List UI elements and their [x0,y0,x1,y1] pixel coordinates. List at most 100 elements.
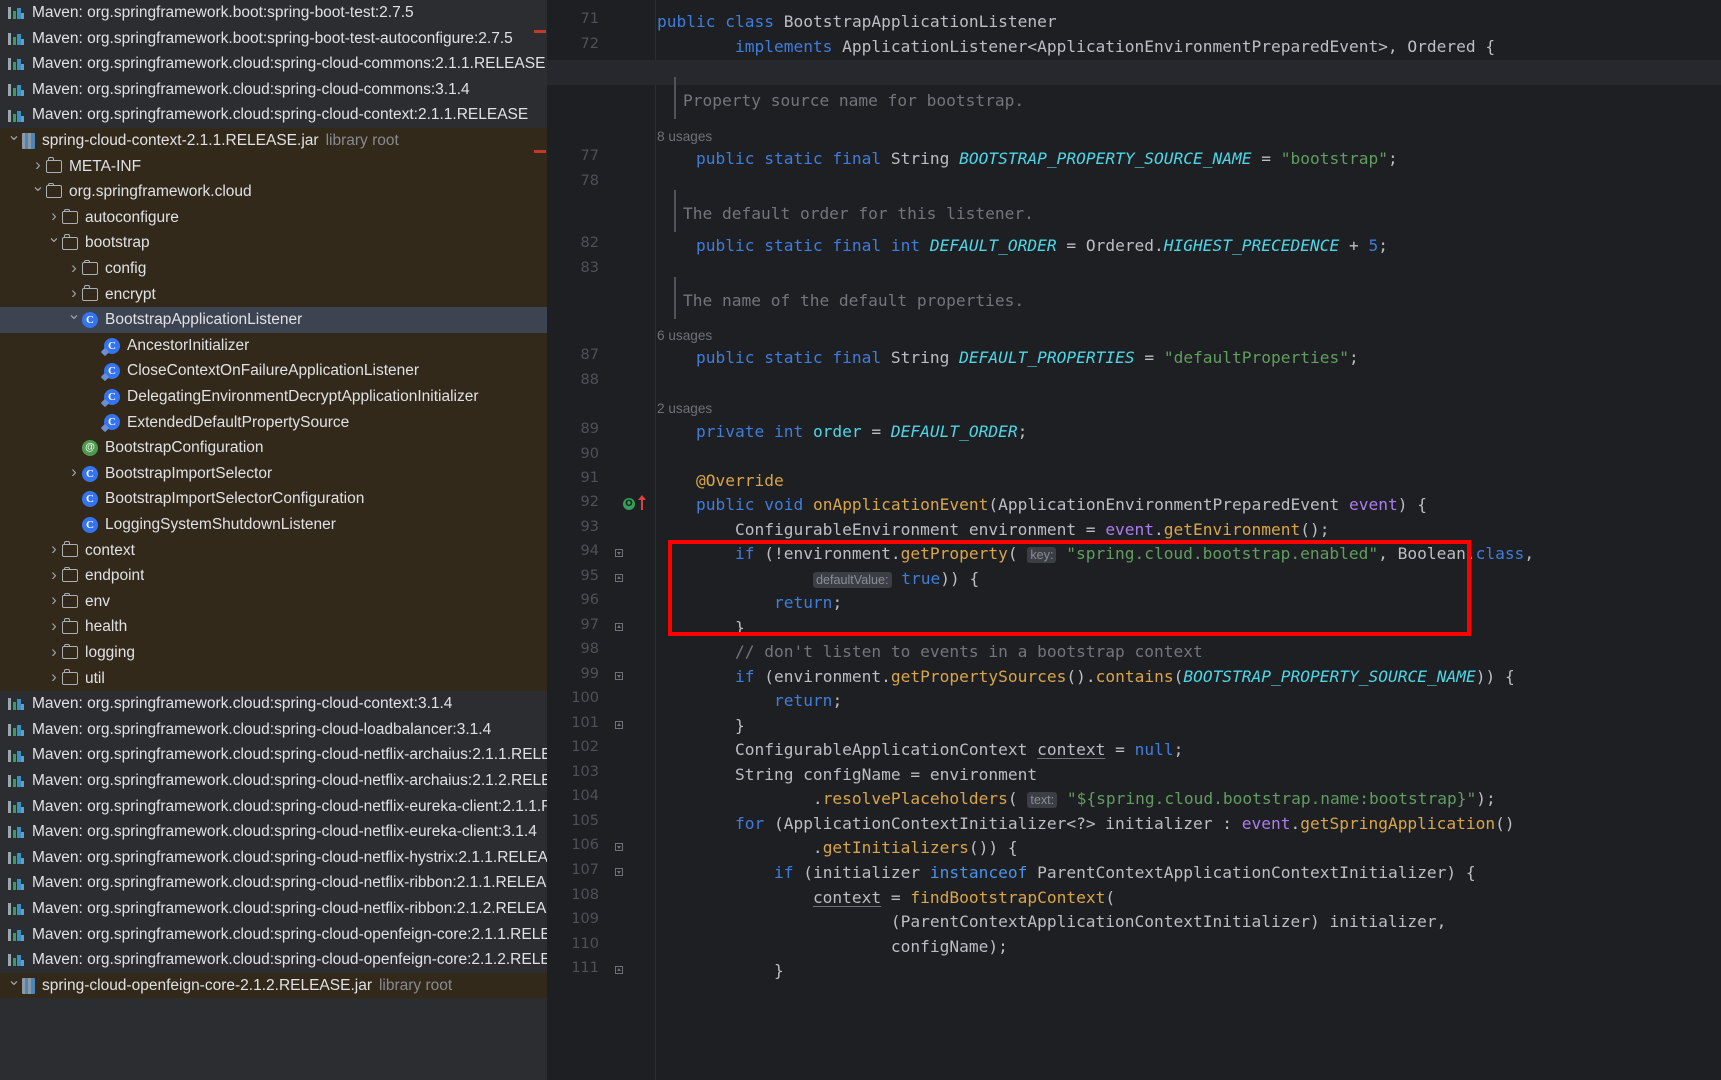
chevron-down-icon[interactable] [46,229,62,257]
code-line[interactable]: return; [657,689,842,714]
tree-item-inner-class[interactable]: C ExtendedDefaultPropertySource [0,409,547,436]
tree-item-maven-library[interactable]: Maven: org.springframework.cloud:spring-… [0,768,547,794]
gutter-line-number[interactable]: 101 [571,715,599,731]
code-line[interactable]: } [657,714,745,739]
tree-item-maven-library[interactable]: Maven: org.springframework.cloud:spring-… [0,922,547,948]
tree-error-stripe[interactable] [533,0,547,1080]
tree-item-maven-library[interactable]: Maven: org.springframework.cloud:spring-… [0,77,547,103]
chevron-right-icon[interactable] [66,459,82,488]
gutter-line-number[interactable]: 92 [581,494,599,510]
code-line[interactable]: private int order = DEFAULT_ORDER; [657,420,1027,445]
code-line[interactable]: 2 usages [657,396,712,421]
javadoc-folded-line[interactable]: Property source name for bootstrap. [683,89,1024,114]
tree-item-class[interactable]: C LoggingSystemShutdownListener [0,512,547,538]
code-line[interactable]: defaultValue: true)) { [657,567,979,592]
tree-item-maven-library[interactable]: Maven: org.springframework.cloud:spring-… [0,947,547,973]
tree-item-class[interactable]: C BootstrapImportSelector [0,459,547,488]
implementing-method-arrow-icon[interactable] [637,495,646,510]
gutter-line-number[interactable]: 90 [581,446,599,462]
code-fold-marker[interactable] [614,548,625,559]
code-line[interactable]: .resolvePlaceholders( text: "${spring.cl… [657,787,1496,812]
tree-item-folder[interactable]: logging [0,640,547,666]
tree-item-inner-class[interactable]: C AncestorInitializer [0,332,547,359]
tree-item-maven-library[interactable]: Maven: org.springframework.cloud:spring-… [0,102,547,128]
tree-item-folder[interactable]: env [0,587,547,616]
tree-item-maven-library[interactable]: Maven: org.springframework.boot:spring-b… [0,26,547,52]
gutter-line-number[interactable]: 77 [581,148,599,164]
tree-item-folder[interactable]: health [0,614,547,640]
chevron-right-icon[interactable] [46,613,62,642]
gutter-line-number[interactable]: 96 [581,592,599,608]
code-line[interactable]: } [657,616,745,641]
tree-item-maven-library[interactable]: Maven: org.springframework.cloud:spring-… [0,794,547,820]
tree-item-folder[interactable]: endpoint [0,563,547,589]
tree-item-folder[interactable]: util [0,664,547,693]
gutter-line-number[interactable]: 72 [581,36,599,52]
tree-item-folder[interactable]: autoconfigure [0,204,547,231]
gutter-line-number[interactable]: 108 [571,887,599,903]
code-line[interactable]: public void onApplicationEvent(Applicati… [657,493,1427,518]
tree-item-folder[interactable]: encrypt [0,280,547,309]
code-fold-marker[interactable] [614,965,625,976]
tree-item-maven-library[interactable]: Maven: org.springframework.cloud:spring-… [0,51,547,77]
code-line[interactable]: (ParentContextApplicationContextInitiali… [657,910,1447,935]
gutter-line-number[interactable]: 95 [581,568,599,584]
gutter-line-number[interactable]: 103 [571,764,599,780]
tree-item-class[interactable]: C BootstrapApplicationListener [0,307,547,333]
tree-item-inner-class[interactable]: C CloseContextOnFailureApplicationListene… [0,358,547,384]
code-fold-marker[interactable] [614,867,625,878]
code-text-area[interactable]: public class BootstrapApplicationListene… [657,0,1721,1080]
code-fold-marker[interactable] [614,573,625,584]
gutter-line-number[interactable]: 106 [571,837,599,853]
tree-item-maven-library[interactable]: Maven: org.springframework.cloud:spring-… [0,845,547,871]
code-line[interactable]: if (initializer instanceof ParentContext… [657,861,1476,886]
tree-item-folder[interactable]: org.springframework.cloud [0,179,547,205]
chevron-right-icon[interactable] [30,152,46,181]
gutter-line-number[interactable]: 107 [571,862,599,878]
code-line[interactable]: public static final int DEFAULT_ORDER = … [657,234,1388,259]
code-line[interactable]: String configName = environment [657,763,1037,788]
code-fold-marker[interactable] [614,720,625,731]
tree-item-annotation[interactable]: @ BootstrapConfiguration [0,435,547,461]
tree-item-maven-library[interactable]: Maven: org.springframework.cloud:spring-… [0,742,547,768]
code-line[interactable]: return; [657,591,842,616]
code-line[interactable]: configName); [657,935,1008,960]
chevron-down-icon[interactable] [6,972,22,1000]
code-line[interactable]: if (environment.getPropertySources().con… [657,665,1515,690]
gutter-line-number[interactable]: 88 [581,372,599,388]
code-line[interactable]: 6 usages [657,323,712,348]
code-fold-marker[interactable] [614,842,625,853]
tree-item-maven-library[interactable]: Maven: org.springframework.cloud:spring-… [0,896,547,922]
gutter-line-number[interactable]: 99 [581,666,599,682]
tree-item-maven-library[interactable]: Maven: org.springframework.boot:spring-b… [0,0,547,26]
gutter-line-number[interactable]: 98 [581,641,599,657]
gutter-line-number[interactable]: 105 [571,813,599,829]
tree-item-folder[interactable]: META-INF [0,152,547,181]
gutter-line-number[interactable]: 71 [581,11,599,27]
gutter-line-number[interactable]: 110 [571,936,599,952]
gutter-line-number[interactable]: 102 [571,739,599,755]
tree-item-maven-library[interactable]: Maven: org.springframework.cloud:spring-… [0,819,547,845]
chevron-right-icon[interactable] [46,536,62,565]
project-tool-window[interactable]: Maven: org.springframework.boot:spring-b… [0,0,547,1080]
chevron-right-icon[interactable] [66,280,82,309]
error-stripe-mark[interactable] [534,150,546,153]
tree-item-maven-library[interactable]: Maven: org.springframework.cloud:spring-… [0,691,547,717]
gutter-line-number[interactable]: 83 [581,260,599,276]
chevron-right-icon[interactable] [46,664,62,693]
code-fold-marker[interactable] [614,671,625,682]
chevron-right-icon[interactable] [46,587,62,616]
override-method-icon[interactable]: O [623,498,635,510]
javadoc-folded-line[interactable]: The name of the default properties. [683,289,1024,314]
code-line[interactable]: public static final String BOOTSTRAP_PRO… [657,147,1398,172]
gutter-line-number[interactable]: 100 [571,690,599,706]
code-line[interactable]: ConfigurableEnvironment environment = ev… [657,518,1330,543]
gutter-line-number[interactable]: 97 [581,617,599,633]
tree-item-folder[interactable]: bootstrap [0,230,547,256]
code-line[interactable]: public class BootstrapApplicationListene… [657,10,1057,35]
tree-item-maven-library[interactable]: Maven: org.springframework.cloud:spring-… [0,717,547,743]
code-line[interactable]: for (ApplicationContextInitializer<?> in… [657,812,1515,837]
gutter-line-number[interactable]: 91 [581,470,599,486]
error-stripe-mark[interactable] [534,30,546,33]
code-line[interactable]: context = findBootstrapContext( [657,886,1115,911]
